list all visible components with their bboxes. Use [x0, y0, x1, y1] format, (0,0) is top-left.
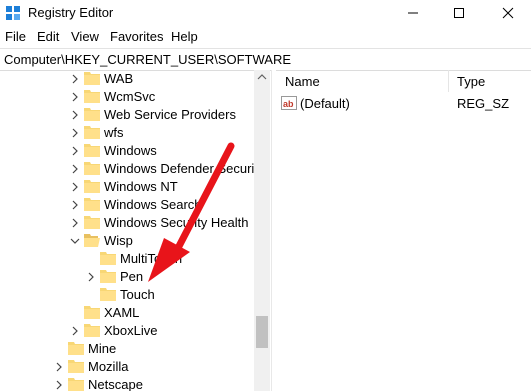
tree-item-label: Pen — [120, 269, 144, 284]
tree-item-xaml[interactable]: XAML — [0, 304, 254, 322]
tree-item-label: MultiTouch — [120, 251, 183, 266]
tree-item-netscape[interactable]: Netscape — [0, 376, 254, 391]
chevron-right-icon[interactable] — [69, 325, 81, 337]
svg-text:ab: ab — [283, 99, 294, 109]
tree-item-label: Windows Defender Security — [104, 161, 254, 176]
tree-item-label: Web Service Providers — [104, 107, 236, 122]
chevron-right-icon[interactable] — [69, 91, 81, 103]
menu-favorites[interactable]: Favorites — [110, 29, 163, 44]
folder-icon — [84, 324, 100, 337]
tree-scrollbar[interactable] — [254, 70, 270, 391]
scroll-up-icon[interactable] — [257, 73, 267, 81]
tree-item-label: Touch — [120, 287, 155, 302]
tree-item-label: Windows — [104, 143, 157, 158]
column-header-type[interactable]: Type — [457, 74, 485, 89]
chevron-right-icon[interactable] — [69, 199, 81, 211]
value-type: REG_SZ — [457, 96, 510, 111]
folder-icon — [68, 378, 84, 391]
key-tree[interactable]: WAB WcmSvc Web Service Providers wfs Win… — [0, 70, 254, 391]
tree-item-wcmsvc[interactable]: WcmSvc — [0, 88, 254, 106]
folder-icon — [100, 288, 116, 301]
close-button[interactable] — [485, 0, 531, 26]
tree-item-label: Windows NT — [104, 179, 178, 194]
folder-icon — [84, 306, 100, 319]
tree-item-label: Mozilla — [88, 359, 129, 374]
tree-item-mine[interactable]: Mine — [0, 340, 254, 358]
tree-item-multitouch[interactable]: MultiTouch — [0, 250, 254, 268]
chevron-right-icon[interactable] — [53, 379, 65, 391]
folder-open-icon — [84, 234, 100, 247]
folder-icon — [84, 72, 100, 85]
maximize-button[interactable] — [436, 0, 482, 26]
folder-icon — [84, 180, 100, 193]
close-icon — [502, 7, 514, 19]
menu-view[interactable]: View — [71, 29, 99, 44]
column-divider[interactable] — [448, 70, 449, 92]
minimize-button[interactable] — [390, 0, 436, 26]
menu-help[interactable]: Help — [171, 29, 198, 44]
tree-item-label: Windows Search — [104, 197, 202, 212]
tree-item-windows-search[interactable]: Windows Search — [0, 196, 254, 214]
chevron-right-icon[interactable] — [69, 163, 81, 175]
tree-item-web-service-providers[interactable]: Web Service Providers — [0, 106, 254, 124]
chevron-right-icon[interactable] — [69, 217, 81, 229]
chevron-down-icon[interactable] — [69, 235, 81, 247]
folder-icon — [84, 90, 100, 103]
folder-icon — [100, 252, 116, 265]
tree-item-windows[interactable]: Windows — [0, 142, 254, 160]
folder-icon — [84, 162, 100, 175]
folder-icon — [100, 270, 116, 283]
minimize-icon — [408, 12, 418, 14]
address-path[interactable]: Computer\HKEY_CURRENT_USER\SOFTWARE — [4, 52, 291, 67]
tree-item-label: Mine — [88, 341, 117, 356]
tree-item-windows-nt[interactable]: Windows NT — [0, 178, 254, 196]
tree-item-label: wfs — [104, 125, 124, 140]
tree-item-touch[interactable]: Touch — [0, 286, 254, 304]
tree-item-windows-defender-security[interactable]: Windows Defender Security — [0, 160, 254, 178]
folder-icon — [84, 216, 100, 229]
window-title: Registry Editor — [28, 5, 114, 20]
tree-item-wfs[interactable]: wfs — [0, 124, 254, 142]
menu-bar: File Edit View Favorites Help — [0, 27, 531, 47]
folder-icon — [84, 198, 100, 211]
chevron-right-icon[interactable] — [69, 73, 81, 85]
chevron-right-icon[interactable] — [69, 127, 81, 139]
chevron-right-icon[interactable] — [53, 361, 65, 373]
maximize-icon — [454, 8, 464, 18]
folder-icon — [84, 126, 100, 139]
folder-icon — [84, 144, 100, 157]
address-bar[interactable]: Computer\HKEY_CURRENT_USER\SOFTWARE — [0, 48, 531, 71]
chevron-right-icon[interactable] — [85, 271, 97, 283]
tree-item-wab[interactable]: WAB — [0, 70, 254, 88]
chevron-right-icon[interactable] — [69, 145, 81, 157]
string-value-icon: ab — [281, 96, 297, 110]
title-bar: Registry Editor — [0, 0, 531, 26]
tree-item-label: Netscape — [88, 377, 143, 391]
tree-item-pen[interactable]: Pen — [0, 268, 254, 286]
menu-file[interactable]: File — [5, 29, 26, 44]
tree-item-label: Wisp — [104, 233, 133, 248]
column-header-name[interactable]: Name — [285, 74, 320, 89]
registry-editor-icon — [6, 6, 20, 20]
tree-item-label: XboxLive — [104, 323, 158, 338]
tree-item-xboxlive[interactable]: XboxLive — [0, 322, 254, 340]
folder-icon — [84, 108, 100, 121]
folder-icon — [68, 342, 84, 355]
folder-icon — [68, 360, 84, 373]
menu-edit[interactable]: Edit — [37, 29, 59, 44]
chevron-right-icon[interactable] — [69, 181, 81, 193]
scrollbar-thumb[interactable] — [256, 316, 268, 348]
tree-item-label: WAB — [104, 71, 134, 86]
tree-item-label: WcmSvc — [104, 89, 156, 104]
tree-item-windows-security-health[interactable]: Windows Security Health — [0, 214, 254, 232]
chevron-right-icon[interactable] — [69, 109, 81, 121]
tree-item-label: XAML — [104, 305, 140, 320]
tree-item-label: Windows Security Health — [104, 215, 249, 230]
tree-item-mozilla[interactable]: Mozilla — [0, 358, 254, 376]
value-list[interactable]: Name Type ab (Default) REG_SZ — [276, 70, 531, 391]
value-name[interactable]: (Default) — [300, 96, 350, 111]
tree-item-wisp[interactable]: Wisp — [0, 232, 254, 250]
